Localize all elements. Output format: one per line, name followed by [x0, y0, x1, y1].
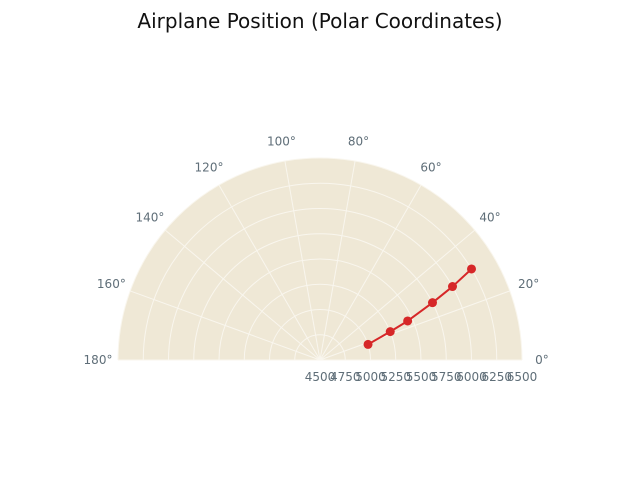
data-point-2 [403, 316, 413, 326]
r-tick-label: 6500 [507, 370, 538, 384]
data-point-0 [363, 339, 373, 349]
polar-chart: 0°20°40°60°80°100°120°140°160°180°450047… [84, 134, 549, 384]
theta-tick-label: 180° [84, 353, 113, 367]
theta-tick-label: 100° [267, 134, 296, 148]
data-point-1 [385, 327, 395, 337]
theta-tick-label: 60° [420, 161, 441, 175]
data-point-4 [448, 282, 458, 292]
data-point-5 [467, 264, 477, 274]
data-point-3 [427, 298, 437, 308]
theta-tick-label: 20° [518, 277, 539, 291]
theta-tick-label: 0° [535, 353, 549, 367]
theta-tick-label: 160° [97, 277, 126, 291]
theta-tick-label: 40° [479, 210, 500, 224]
theta-tick-label: 80° [348, 134, 369, 148]
theta-tick-label: 140° [135, 210, 164, 224]
theta-tick-label: 120° [195, 161, 224, 175]
